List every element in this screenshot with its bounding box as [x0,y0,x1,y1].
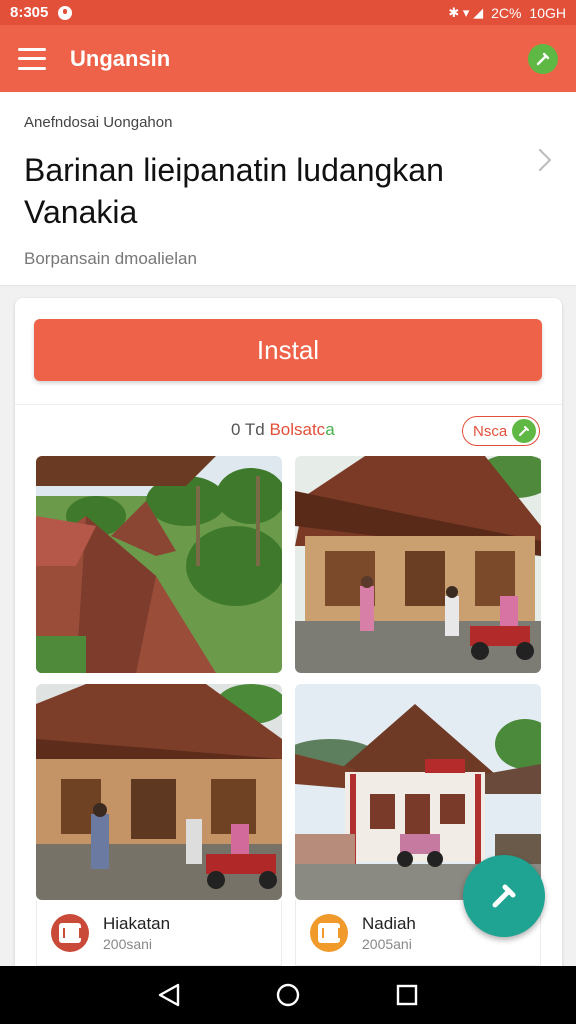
edit-icon [492,884,516,908]
status-right-text: 10GH [529,4,566,21]
meta-prefix: 0 Td [231,420,270,439]
page-title: Barinan lieipanatin ludangkan Vanakia [24,152,444,230]
edit-icon[interactable] [528,43,558,74]
app-title: Ungansin [70,45,171,71]
meta-accent: Bolsatc [269,420,326,439]
divider [15,404,562,405]
fab-edit-button[interactable] [463,855,545,937]
photo-house-people[interactable] [295,456,541,673]
temple-icon [310,913,348,952]
photo-village-roofs[interactable] [36,456,282,673]
meta-text: 0 Td Bolsatca [231,420,335,440]
system-nav-bar [0,966,576,1024]
notification-icon [58,5,73,20]
temple-icon [51,913,89,952]
item-subtitle: 200sani [103,935,153,952]
page-header: Anefndosai Uongahon Barinan lieipanatin … [0,92,576,286]
install-button[interactable]: Instal [34,319,542,381]
item-title: Hiakatan [103,913,171,933]
status-time: 8:305 [10,4,49,21]
status-bar: 8:305 ✱ ▾ ◢ 2C% 10GH [0,0,576,25]
meta-accent2: a [325,420,335,439]
app-bar: Ungansin [0,25,576,92]
header-subtitle: Borpansain dmoalielan [24,249,197,268]
chevron-right-icon[interactable] [528,148,552,172]
list-item[interactable]: Hiakatan 200sani [36,900,282,966]
meta-row: 0 Td Bolsatca Nsca [15,416,562,446]
hamburger-icon[interactable] [18,47,46,70]
back-icon[interactable] [155,981,183,1009]
home-icon[interactable] [274,981,302,1009]
edit-icon [512,419,536,443]
recents-icon[interactable] [393,981,421,1009]
battery-percent: 2C% [491,4,522,21]
photo-wooden-house[interactable] [36,684,282,900]
filter-chip[interactable]: Nsca [462,416,540,446]
item-title: Nadiah [362,913,416,933]
signal-icons: ✱ ▾ ◢ [448,4,484,20]
chip-label: Nsca [473,422,508,440]
status-indicators: ✱ ▾ ◢ 2C% 10GH [448,5,566,21]
item-subtitle: 2005ani [362,935,412,952]
header-overline: Anefndosai Uongahon [24,114,173,131]
